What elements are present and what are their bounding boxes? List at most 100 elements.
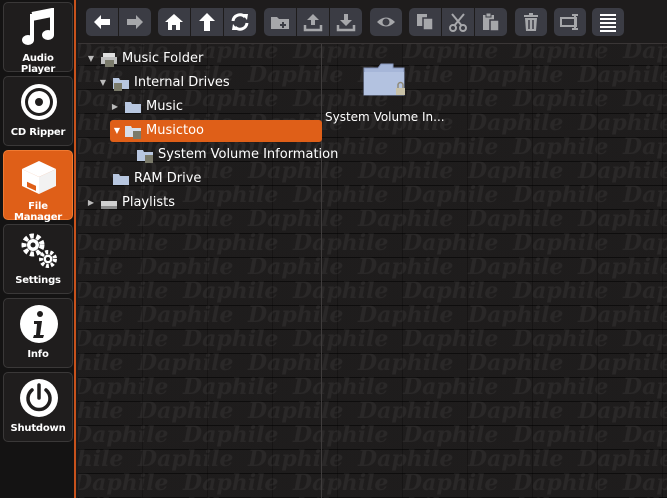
nav-label: Shutdown bbox=[10, 423, 66, 434]
arrow-up-icon bbox=[199, 13, 215, 31]
watermark-text: Daphile bbox=[78, 326, 169, 352]
watermark-text: Daphile bbox=[513, 374, 609, 400]
watermark-text: Daphile bbox=[468, 110, 564, 136]
tree-node-ram-drive[interactable]: RAM Drive bbox=[110, 168, 316, 190]
box-icon bbox=[22, 161, 56, 194]
folder-locked-icon bbox=[113, 78, 129, 91]
pane-splitter[interactable] bbox=[321, 44, 322, 498]
expand-toggle-icon[interactable]: ▶ bbox=[110, 96, 120, 118]
rename-button[interactable] bbox=[554, 8, 586, 36]
watermark-text: Daphile bbox=[293, 422, 389, 448]
watermark-text: Daphile bbox=[513, 470, 609, 496]
eye-icon bbox=[377, 17, 395, 27]
watermark-text: Daphile bbox=[358, 158, 454, 184]
view-button[interactable] bbox=[370, 8, 402, 36]
parent-folder-button[interactable] bbox=[191, 8, 223, 36]
folder-locked-icon bbox=[125, 126, 141, 139]
tree-node-musictoo[interactable]: ▼ Musictoo bbox=[110, 120, 322, 142]
new-folder-button[interactable] bbox=[264, 8, 296, 36]
watermark-text: Daphile bbox=[623, 230, 667, 256]
nav-cd-ripper[interactable]: CD Ripper bbox=[3, 76, 73, 146]
refresh-icon bbox=[231, 13, 249, 31]
info-icon bbox=[20, 305, 58, 343]
folder-locked-icon bbox=[363, 63, 405, 96]
nav-label: File Manager bbox=[13, 201, 63, 223]
watermark-text: Daphile bbox=[403, 230, 499, 256]
watermark-text: Daphile bbox=[468, 158, 564, 184]
watermark-text: Daphile bbox=[183, 278, 279, 304]
expand-toggle-icon[interactable]: ▼ bbox=[98, 72, 108, 94]
watermark-text: Daphile bbox=[248, 254, 344, 280]
paste-icon bbox=[483, 12, 500, 32]
forward-button[interactable] bbox=[119, 8, 151, 36]
expand-toggle-icon[interactable]: ▼ bbox=[86, 48, 96, 70]
main-nav: Audio Player CD Ripper File Manager Sett… bbox=[0, 0, 76, 498]
watermark-text: Daphile bbox=[78, 446, 124, 472]
watermark-text: Daphile bbox=[468, 398, 564, 424]
nav-file-manager[interactable]: File Manager bbox=[3, 150, 73, 223]
tree-node-label: System Volume Information bbox=[158, 147, 339, 162]
watermark-text: Daphile bbox=[513, 422, 609, 448]
nav-info[interactable]: Info bbox=[3, 298, 73, 368]
download-button[interactable] bbox=[330, 8, 362, 36]
expand-toggle-icon[interactable]: ▶ bbox=[86, 192, 96, 214]
watermark-text: Daphile bbox=[248, 446, 344, 472]
expand-toggle-icon[interactable]: ▼ bbox=[112, 120, 122, 142]
tree-node-music-folder[interactable]: ▼ Music Folder bbox=[86, 48, 316, 70]
copy-icon bbox=[417, 14, 434, 31]
nav-label: Info bbox=[27, 349, 49, 360]
watermark-text: Daphile bbox=[623, 278, 667, 304]
tree-node-playlists[interactable]: ▶ Playlists bbox=[86, 192, 316, 214]
arrow-right-icon bbox=[127, 15, 143, 29]
watermark-text: Daphile bbox=[138, 350, 234, 376]
tree-node-internal-drives[interactable]: ▼ Internal Drives bbox=[98, 72, 316, 94]
cut-button[interactable] bbox=[442, 8, 474, 36]
nav-shutdown[interactable]: Shutdown bbox=[3, 372, 73, 442]
watermark-text: Daphile bbox=[623, 422, 667, 448]
back-button[interactable] bbox=[86, 8, 118, 36]
file-browser: Daphile Daphile Daphile Daphile Daphile Dap hi… bbox=[78, 44, 667, 498]
watermark-text: Daphile bbox=[293, 230, 389, 256]
watermark-text: Daphile bbox=[358, 446, 454, 472]
upload-button[interactable] bbox=[297, 8, 329, 36]
watermark-text: Daphile bbox=[138, 494, 233, 498]
watermark-text: Daphile bbox=[358, 302, 454, 328]
refresh-button[interactable] bbox=[224, 8, 256, 36]
tree-node-label: Playlists bbox=[122, 195, 175, 210]
watermark-text: Daphile bbox=[578, 110, 667, 136]
home-button[interactable] bbox=[158, 8, 190, 36]
nav-settings[interactable]: Settings bbox=[3, 224, 73, 294]
list-view-button[interactable] bbox=[592, 8, 624, 36]
file-toolbar bbox=[78, 0, 667, 44]
watermark-text: Daphile bbox=[623, 182, 667, 208]
watermark-text: Daphile bbox=[183, 230, 279, 256]
watermark-text: Daphile bbox=[403, 278, 499, 304]
paste-button[interactable] bbox=[475, 8, 507, 36]
file-item[interactable]: System Volume In... bbox=[325, 58, 445, 128]
watermark-text: Daphile bbox=[468, 350, 564, 376]
watermark-text: Daphile bbox=[78, 230, 169, 256]
gears-icon bbox=[21, 233, 57, 268]
file-name: System Volume In... bbox=[325, 110, 445, 124]
watermark-text: Daphile bbox=[623, 44, 667, 64]
watermark-text: Daphile bbox=[78, 422, 169, 448]
copy-button[interactable] bbox=[409, 8, 441, 36]
watermark-text: Daphile bbox=[138, 254, 234, 280]
watermark-text: Daphile bbox=[403, 422, 499, 448]
watermark-text: Daphile bbox=[248, 494, 343, 498]
watermark-text: Daphile bbox=[468, 494, 563, 498]
tree-node-label: Internal Drives bbox=[134, 75, 230, 90]
watermark-text: Daphile bbox=[468, 302, 564, 328]
watermark-text: Daphile bbox=[578, 158, 667, 184]
nav-audio-player[interactable]: Audio Player bbox=[3, 2, 73, 75]
delete-button[interactable] bbox=[515, 8, 547, 36]
watermark-text: Daphile bbox=[513, 86, 609, 112]
watermark-text: Daphile bbox=[78, 494, 123, 498]
tree-node-music[interactable]: ▶ Music bbox=[110, 96, 316, 118]
watermark-text: Daphile bbox=[78, 398, 124, 424]
watermark-text: Daphile bbox=[403, 374, 499, 400]
scissors-icon bbox=[449, 13, 467, 32]
tree-node-system-volume[interactable]: System Volume Information bbox=[134, 144, 338, 166]
watermark-text: Daphile bbox=[78, 302, 124, 328]
rename-icon bbox=[560, 14, 578, 30]
